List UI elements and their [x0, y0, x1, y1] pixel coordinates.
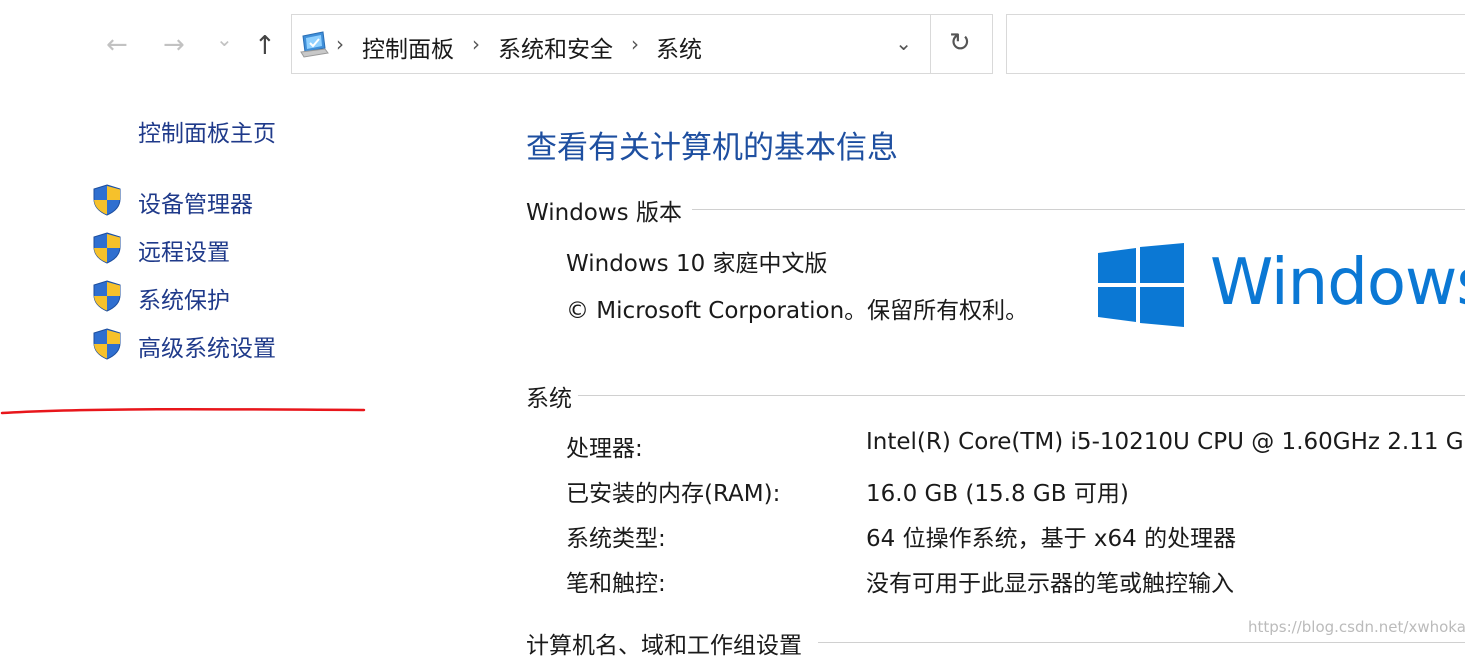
- system-row-label: 笔和触控:: [566, 571, 666, 597]
- breadcrumb-separator: ›: [336, 32, 344, 56]
- uac-shield-icon: [93, 184, 121, 216]
- uac-shield-icon: [93, 280, 121, 312]
- recent-locations-button[interactable]: ⌄: [216, 29, 233, 49]
- breadcrumb-system[interactable]: 系统: [656, 30, 702, 64]
- windows-logo-icon: [1098, 243, 1184, 327]
- processor-value: Intel(R) Core(TM) i5-10210U CPU @ 1.60GH…: [866, 429, 1464, 455]
- breadcrumb-system-security[interactable]: 系统和安全: [498, 30, 613, 64]
- section-divider: [692, 209, 1465, 210]
- sidebar-item-label: 远程设置: [138, 240, 230, 266]
- arrow-left-icon: ←: [106, 30, 128, 60]
- sidebar-item-label: 设备管理器: [138, 192, 253, 218]
- control-panel-home-link[interactable]: 控制面板主页: [138, 114, 276, 148]
- windows-logo-text: Windows: [1210, 246, 1465, 320]
- ram-value: 16.0 GB (15.8 GB 可用): [866, 481, 1129, 507]
- system-type-value: 64 位操作系统，基于 x64 的处理器: [866, 526, 1237, 552]
- system-row-label: 系统类型:: [566, 526, 666, 552]
- refresh-icon[interactable]: ↻: [949, 28, 971, 58]
- windows-edition-value: Windows 10 家庭中文版: [566, 251, 828, 277]
- chevron-down-icon: ⌄: [216, 27, 233, 51]
- uac-shield-icon: [93, 328, 121, 360]
- computer-name-heading: 计算机名、域和工作组设置: [526, 633, 802, 659]
- sidebar-item-label: 高级系统设置: [138, 336, 276, 362]
- system-heading: 系统: [526, 386, 572, 412]
- system-row-label: 处理器:: [566, 436, 643, 462]
- address-bar[interactable]: › 控制面板 › 系统和安全 › 系统 ⌄ ↻: [291, 14, 993, 74]
- control-panel-icon: [299, 30, 329, 62]
- copyright-text: © Microsoft Corporation。保留所有权利。: [566, 298, 1029, 324]
- arrow-right-icon: →: [163, 30, 185, 60]
- uac-shield-icon: [93, 232, 121, 264]
- breadcrumb-control-panel[interactable]: 控制面板: [362, 30, 454, 64]
- up-button[interactable]: ↑: [254, 33, 276, 59]
- pen-touch-value: 没有可用于此显示器的笔或触控输入: [866, 571, 1234, 597]
- system-row-label: 已安装的内存(RAM):: [566, 481, 781, 507]
- address-divider: [930, 15, 931, 73]
- section-divider: [578, 395, 1465, 396]
- breadcrumb-separator[interactable]: ›: [472, 32, 480, 56]
- search-input[interactable]: [1006, 14, 1465, 74]
- windows-edition-heading: Windows 版本: [526, 200, 682, 226]
- sidebar-item-label: 系统保护: [138, 288, 230, 314]
- watermark: https://blog.csdn.net/xwhokay: [1248, 618, 1465, 636]
- back-button[interactable]: ←: [106, 32, 128, 58]
- address-dropdown-icon[interactable]: ⌄: [895, 31, 912, 55]
- page-title: 查看有关计算机的基本信息: [526, 130, 898, 166]
- forward-button[interactable]: →: [163, 32, 185, 58]
- arrow-up-icon: ↑: [254, 31, 276, 61]
- section-divider: [818, 642, 1465, 643]
- breadcrumb-separator[interactable]: ›: [631, 32, 639, 56]
- annotation-underline: [0, 407, 366, 415]
